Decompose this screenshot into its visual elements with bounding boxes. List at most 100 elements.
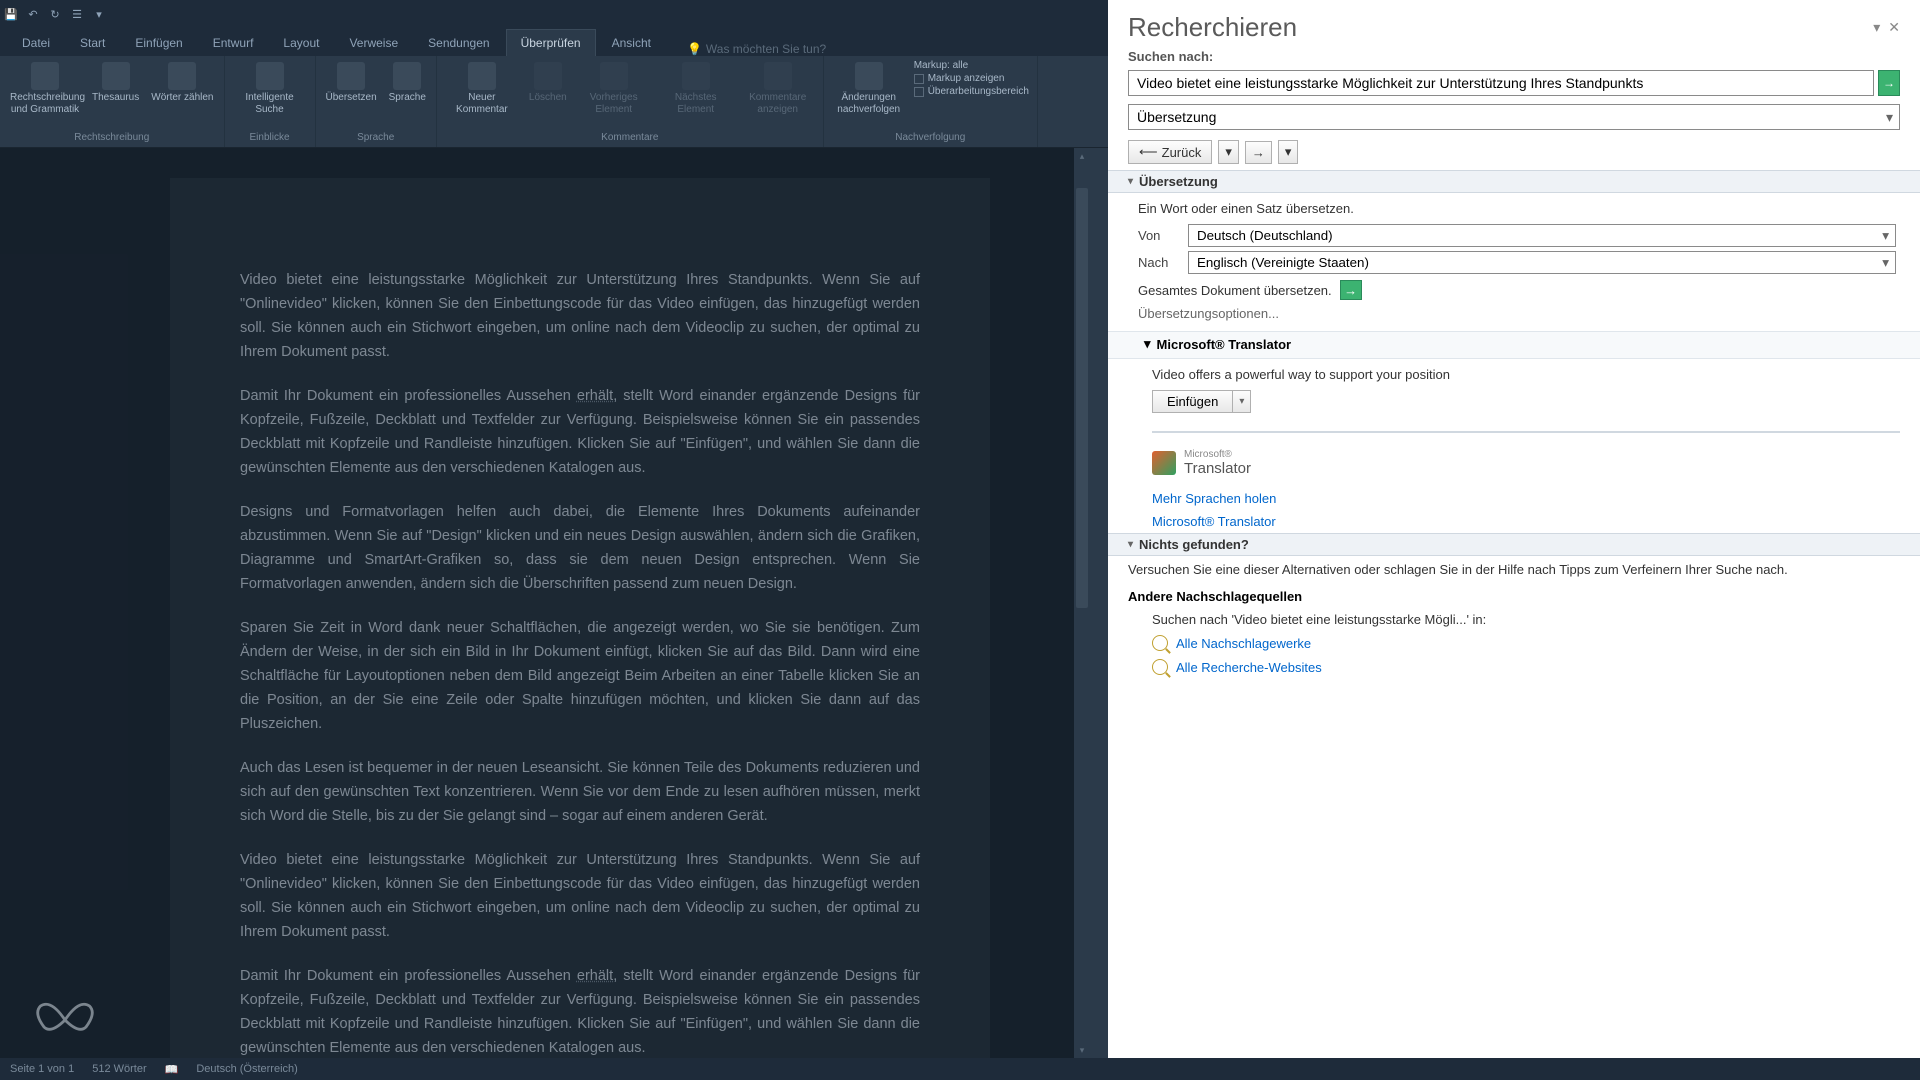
forward-button[interactable]: → <box>1245 141 1272 164</box>
translator-logo-icon <box>1152 451 1176 475</box>
smart-lookup-button[interactable]: Intelligente Suche <box>229 58 311 118</box>
status-words[interactable]: 512 Wörter <box>92 1063 146 1075</box>
proofing-icon[interactable]: 📖 <box>165 1063 179 1076</box>
status-page[interactable]: Seite 1 von 1 <box>10 1063 74 1075</box>
search-go-button[interactable]: → <box>1878 70 1900 96</box>
separator <box>1152 431 1900 433</box>
touch-mode-icon[interactable]: ☰ <box>70 7 84 21</box>
paragraph: Video bietet eine leistungsstarke Möglic… <box>240 268 920 364</box>
wordcount-icon <box>168 62 196 90</box>
pane-close-icon[interactable]: ✕ <box>1888 19 1900 36</box>
scroll-up-icon[interactable]: ▴ <box>1074 148 1090 164</box>
delete-comment-icon <box>534 62 562 90</box>
tab-datei[interactable]: Datei <box>8 30 64 56</box>
tab-einfuegen[interactable]: Einfügen <box>121 30 196 56</box>
tab-sendungen[interactable]: Sendungen <box>414 30 503 56</box>
to-language-select[interactable]: Englisch (Vereinigte Staaten) <box>1188 251 1896 274</box>
track-changes-icon <box>855 62 883 90</box>
paragraph: Video bietet eine leistungsstarke Möglic… <box>240 848 920 944</box>
to-label: Nach <box>1138 255 1178 270</box>
thesaurus-icon <box>102 62 130 90</box>
paragraph: Sparen Sie Zeit in Word dank neuer Schal… <box>240 616 920 736</box>
language-button[interactable]: Sprache <box>383 58 432 106</box>
smart-lookup-icon <box>256 62 284 90</box>
checkbox-icon <box>914 87 924 97</box>
document-area[interactable]: Video bietet eine leistungsstarke Möglic… <box>0 148 1090 1058</box>
search-scope-select[interactable]: Übersetzung <box>1128 104 1900 130</box>
pane-dropdown-icon[interactable]: ▾ <box>1873 19 1880 36</box>
show-comments-button: Kommentare anzeigen <box>737 58 819 118</box>
insert-button[interactable]: Einfügen <box>1152 390 1233 413</box>
status-language[interactable]: Deutsch (Österreich) <box>196 1063 297 1075</box>
group-insights-label: Einblicke <box>229 130 311 145</box>
spellcheck-icon <box>31 62 59 90</box>
prev-comment-button: Vorheriges Element <box>573 58 655 118</box>
document-page[interactable]: Video bietet eine leistungsstarke Möglic… <box>170 178 990 1058</box>
new-comment-button[interactable]: Neuer Kommentar <box>441 58 523 118</box>
paragraph: Damit Ihr Dokument ein professionelles A… <box>240 964 920 1058</box>
tab-start[interactable]: Start <box>66 30 119 56</box>
group-comments-label: Kommentare <box>441 130 819 145</box>
all-reference-link[interactable]: Alle Nachschlagewerke <box>1176 636 1311 651</box>
next-comment-button: Nächstes Element <box>655 58 737 118</box>
scrollbar-thumb[interactable] <box>1076 188 1088 608</box>
language-icon <box>393 62 421 90</box>
delete-comment-button: Löschen <box>523 58 573 106</box>
redo-icon[interactable]: ↻ <box>48 7 62 21</box>
translation-options-link[interactable]: Übersetzungsoptionen... <box>1138 306 1896 321</box>
from-language-select[interactable]: Deutsch (Deutschland) <box>1188 224 1896 247</box>
watermark-icon <box>30 990 100 1050</box>
tab-entwurf[interactable]: Entwurf <box>199 30 268 56</box>
all-sites-link[interactable]: Alle Recherche-Websites <box>1176 660 1322 675</box>
tab-layout[interactable]: Layout <box>269 30 333 56</box>
research-pane: Recherchieren ▾ ✕ Suchen nach: → Überset… <box>1108 0 1920 1058</box>
translate-whole-doc-label: Gesamtes Dokument übersetzen. <box>1138 283 1332 298</box>
qat-dropdown-icon[interactable]: ▾ <box>92 7 106 21</box>
ms-translator-link[interactable]: Microsoft® Translator <box>1108 510 1920 533</box>
tab-ueberpruefen[interactable]: Überprüfen <box>506 29 596 56</box>
pane-title: Recherchieren <box>1128 12 1297 43</box>
thesaurus-button[interactable]: Thesaurus <box>86 58 145 106</box>
group-spellcheck-label: Rechtschreibung <box>4 130 220 145</box>
scroll-down-icon[interactable]: ▾ <box>1074 1042 1090 1058</box>
back-dropdown[interactable]: ▾ <box>1218 140 1239 164</box>
search-label: Suchen nach: <box>1108 47 1920 66</box>
wordcount-button[interactable]: Wörter zählen <box>145 58 219 106</box>
vertical-scrollbar[interactable]: ▴ ▾ <box>1074 148 1090 1058</box>
collapse-icon: ▾ <box>1128 176 1133 187</box>
back-button[interactable]: ⟵Zurück <box>1128 140 1212 164</box>
forward-dropdown[interactable]: ▾ <box>1278 140 1299 164</box>
forward-arrow-icon: → <box>1252 145 1265 160</box>
spellcheck-button[interactable]: Rechtschreibung und Grammatik <box>4 58 86 118</box>
paragraph: Designs und Formatvorlagen helfen auch d… <box>240 500 920 596</box>
translate-button[interactable]: Übersetzen <box>320 58 383 106</box>
markup-all-option[interactable]: Markup: alle <box>914 60 1029 71</box>
group-tracking-label: Nachverfolgung <box>828 130 1033 145</box>
insert-dropdown[interactable]: ▾ <box>1233 390 1251 413</box>
section-translation[interactable]: ▾Übersetzung <box>1108 170 1920 193</box>
group-language-label: Sprache <box>320 130 432 145</box>
section-ms-translator[interactable]: ▾Microsoft® Translator <box>1108 331 1920 359</box>
reviewing-pane-option[interactable]: Überarbeitungsbereich <box>914 86 1029 97</box>
tab-ansicht[interactable]: Ansicht <box>598 30 665 56</box>
status-bar: Seite 1 von 1 512 Wörter 📖 Deutsch (Öste… <box>0 1058 1920 1080</box>
section-nothing-found[interactable]: ▾Nichts gefunden? <box>1108 533 1920 556</box>
all-reference-link-row[interactable]: Alle Nachschlagewerke <box>1108 631 1920 655</box>
magnifier-icon <box>1152 635 1168 651</box>
more-languages-link[interactable]: Mehr Sprachen holen <box>1108 487 1920 510</box>
collapse-icon: ▾ <box>1144 336 1151 352</box>
magnifier-icon <box>1152 659 1168 675</box>
track-changes-button[interactable]: Änderungen nachverfolgen <box>828 58 910 118</box>
search-input[interactable] <box>1128 70 1874 96</box>
all-sites-link-row[interactable]: Alle Recherche-Websites <box>1108 655 1920 679</box>
translate-whole-doc-button[interactable]: → <box>1340 280 1362 300</box>
undo-icon[interactable]: ↶ <box>26 7 40 21</box>
save-icon[interactable]: 💾 <box>4 7 18 21</box>
show-markup-option[interactable]: Markup anzeigen <box>914 73 1029 84</box>
from-label: Von <box>1138 228 1178 243</box>
translator-logo: Microsoft®Translator <box>1108 445 1920 487</box>
tab-verweise[interactable]: Verweise <box>335 30 412 56</box>
tell-me-input: 💡 Was möchten Sie tun? <box>687 42 826 56</box>
checkbox-icon <box>914 74 924 84</box>
alternatives-text: Versuchen Sie eine dieser Alternativen o… <box>1108 556 1920 583</box>
